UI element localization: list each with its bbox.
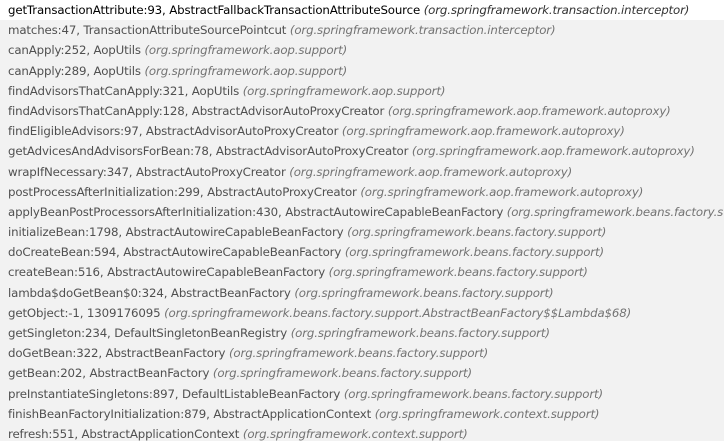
- frame-package: (org.springframework.beans.factory.suppo…: [343, 386, 603, 401]
- frame-package: (org.springframework.transaction.interce…: [423, 3, 690, 17]
- stack-frame-row[interactable]: wrapIfNecessary:347, AbstractAutoProxyCr…: [0, 162, 724, 182]
- stack-frame-row[interactable]: lambda$doGetBean$0:324, AbstractBeanFact…: [0, 283, 724, 303]
- stack-frames-list: getTransactionAttribute:93, AbstractFall…: [0, 0, 724, 441]
- frame-package: (org.springframework.transaction.interce…: [289, 23, 556, 38]
- frame-package: (org.springframework.aop.framework.autop…: [341, 124, 625, 139]
- stack-frame-row[interactable]: finishBeanFactoryInitialization:879, Abs…: [0, 404, 724, 424]
- stack-frame-row[interactable]: refresh:551, AbstractApplicationContext …: [0, 424, 724, 441]
- frame-package: (org.springframework.context.support): [374, 406, 600, 421]
- frame-method: preInstantiateSingletons:897, DefaultLis…: [8, 386, 341, 401]
- frame-package: (org.springframework.aop.support): [144, 43, 348, 58]
- stack-frame-row[interactable]: canApply:252, AopUtils (org.springframew…: [0, 40, 724, 60]
- stack-frame-row[interactable]: getObject:-1, 1309176095 (org.springfram…: [0, 303, 724, 323]
- stack-frame-row[interactable]: getSingleton:234, DefaultSingletonBeanRe…: [0, 323, 724, 343]
- frame-package: (org.springframework.aop.support): [242, 83, 446, 98]
- frame-method: lambda$doGetBean$0:324, AbstractBeanFact…: [8, 285, 291, 300]
- frame-method: postProcessAfterInitialization:299, Abst…: [8, 184, 357, 199]
- frame-method: getObject:-1, 1309176095: [8, 305, 161, 320]
- frame-method: getSingleton:234, DefaultSingletonBeanRe…: [8, 326, 288, 340]
- stack-frame-row[interactable]: postProcessAfterInitialization:299, Abst…: [0, 182, 724, 202]
- frame-package: (org.springframework.beans.factory.suppo…: [164, 305, 632, 320]
- frame-method: findEligibleAdvisors:97, AbstractAdvisor…: [8, 124, 339, 139]
- frame-method: doGetBean:322, AbstractBeanFactory: [8, 346, 226, 361]
- frame-method: refresh:551, AbstractApplicationContext: [8, 426, 240, 441]
- frame-package: (org.springframework.context.support): [242, 426, 468, 441]
- frame-package: (org.springframework.beans.factory.suppo…: [294, 285, 554, 300]
- stack-frame-row[interactable]: applyBeanPostProcessorsAfterInitializati…: [0, 202, 724, 222]
- frame-package: (org.springframework.beans.factory.suppo…: [212, 366, 472, 381]
- frame-method: canApply:289, AopUtils: [8, 63, 141, 78]
- stack-frame-row[interactable]: doGetBean:322, AbstractBeanFactory (org.…: [0, 343, 724, 363]
- stack-frame-row[interactable]: matches:47, TransactionAttributeSourcePo…: [0, 20, 724, 40]
- frame-package: (org.springframework.beans.factory.s: [506, 204, 724, 219]
- frame-method: finishBeanFactoryInitialization:879, Abs…: [8, 406, 372, 421]
- stack-frame-row[interactable]: preInstantiateSingletons:897, DefaultLis…: [0, 384, 724, 404]
- stack-frame-row-selected[interactable]: getTransactionAttribute:93, AbstractFall…: [0, 0, 724, 21]
- stack-frame-row[interactable]: findAdvisorsThatCanApply:321, AopUtils (…: [0, 81, 724, 101]
- stack-frame-row[interactable]: canApply:289, AopUtils (org.springframew…: [0, 61, 724, 81]
- frame-method: wrapIfNecessary:347, AbstractAutoProxyCr…: [8, 164, 286, 179]
- frame-method: createBean:516, AbstractAutowireCapableB…: [8, 265, 326, 280]
- frame-method: getAdvicesAndAdvisorsForBean:78, Abstrac…: [8, 144, 409, 159]
- frame-package: (org.springframework.beans.factory.suppo…: [290, 326, 550, 340]
- frame-method: canApply:252, AopUtils: [8, 43, 141, 58]
- frame-method: findAdvisorsThatCanApply:128, AbstractAd…: [8, 103, 385, 118]
- frame-package: (org.springframework.beans.factory.suppo…: [228, 346, 489, 361]
- frame-method: findAdvisorsThatCanApply:321, AopUtils: [8, 83, 240, 98]
- frame-method: doCreateBean:594, AbstractAutowireCapabl…: [8, 245, 342, 260]
- frame-package: (org.springframework.aop.framework.autop…: [360, 184, 644, 199]
- stack-frame-row[interactable]: createBean:516, AbstractAutowireCapableB…: [0, 262, 724, 282]
- frame-package: (org.springframework.aop.framework.autop…: [387, 103, 671, 118]
- frame-method: getTransactionAttribute:93, AbstractFall…: [8, 3, 421, 17]
- frame-package: (org.springframework.aop.framework.autop…: [289, 164, 573, 179]
- frame-package: (org.springframework.beans.factory.suppo…: [347, 225, 607, 240]
- stack-frame-row[interactable]: doCreateBean:594, AbstractAutowireCapabl…: [0, 242, 724, 262]
- frame-package: (org.springframework.beans.factory.suppo…: [344, 245, 604, 260]
- stack-frame-row[interactable]: findAdvisorsThatCanApply:128, AbstractAd…: [0, 101, 724, 121]
- stack-frame-row[interactable]: getAdvicesAndAdvisorsForBean:78, Abstrac…: [0, 141, 724, 161]
- frame-method: initializeBean:1798, AbstractAutowireCap…: [8, 225, 344, 240]
- frame-package: (org.springframework.aop.support): [144, 63, 348, 78]
- frame-method: applyBeanPostProcessorsAfterInitializati…: [8, 204, 504, 219]
- stack-frame-row[interactable]: initializeBean:1798, AbstractAutowireCap…: [0, 222, 724, 242]
- stack-frame-row[interactable]: getBean:202, AbstractBeanFactory (org.sp…: [0, 363, 724, 383]
- stack-frame-row[interactable]: findEligibleAdvisors:97, AbstractAdvisor…: [0, 121, 724, 141]
- frame-method: matches:47, TransactionAttributeSourcePo…: [8, 23, 287, 38]
- frame-package: (org.springframework.beans.factory.suppo…: [328, 265, 588, 280]
- frame-method: getBean:202, AbstractBeanFactory: [8, 366, 210, 381]
- frame-package: (org.springframework.aop.framework.autop…: [411, 144, 695, 159]
